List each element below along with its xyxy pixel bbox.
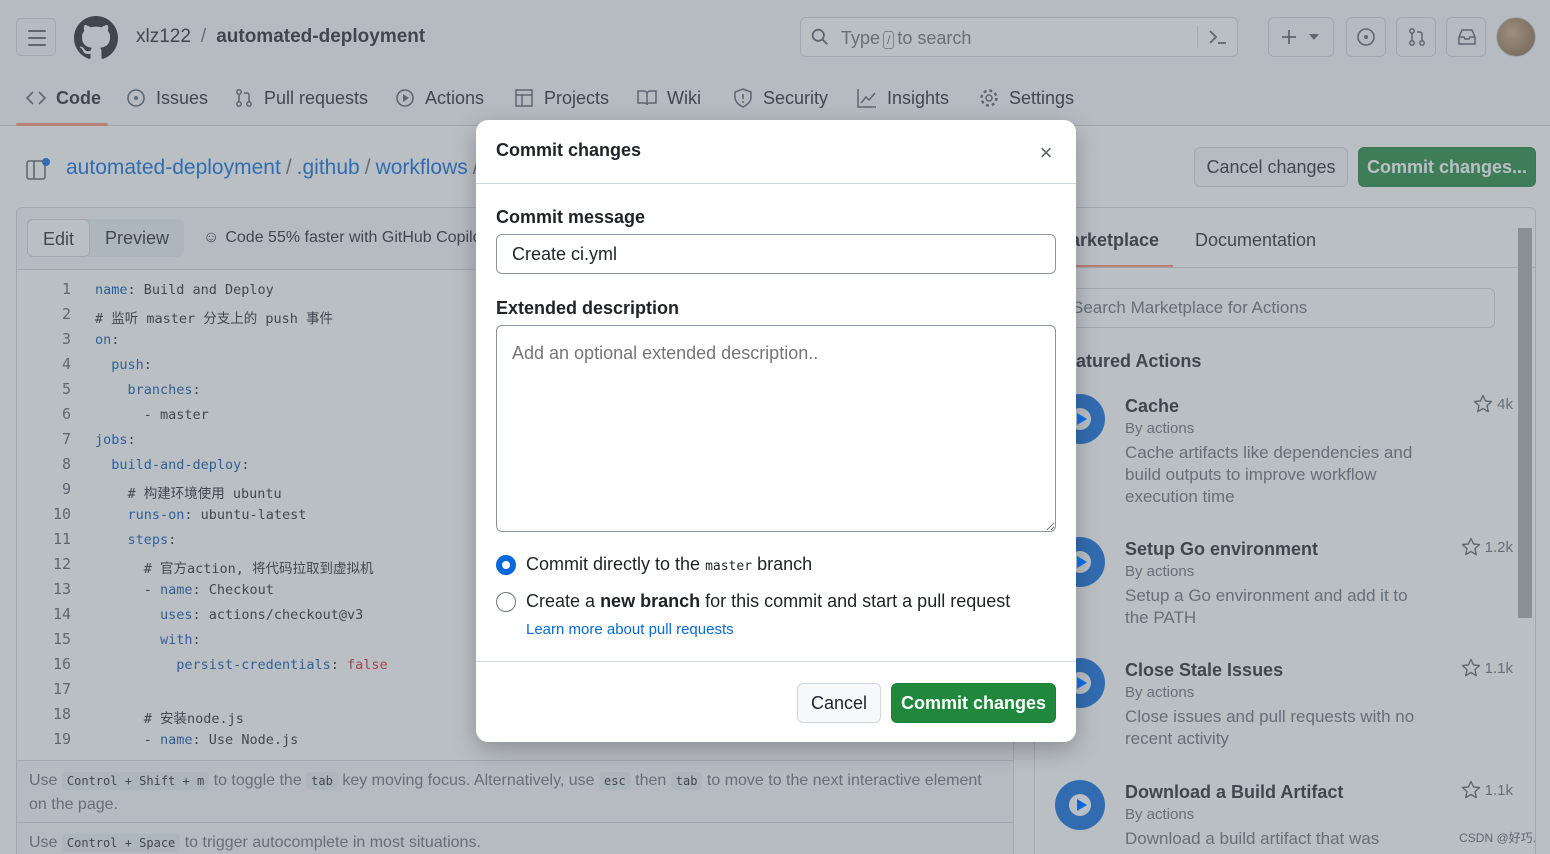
branch-name: master xyxy=(705,559,753,574)
cancel-button[interactable]: Cancel xyxy=(797,683,881,723)
commit-message-input[interactable] xyxy=(496,234,1056,274)
radio-new-branch[interactable] xyxy=(496,591,516,612)
dialog-header: Commit changes × xyxy=(476,120,1076,184)
commit-direct-option[interactable]: Commit directly to the master branch xyxy=(496,554,812,575)
close-icon[interactable]: × xyxy=(1032,140,1060,168)
learn-more-link[interactable]: Learn more about pull requests xyxy=(526,621,734,638)
radio-commit-direct[interactable] xyxy=(496,554,516,575)
commit-changes-button[interactable]: Commit changes xyxy=(891,683,1056,723)
dialog-title: Commit changes xyxy=(496,140,642,160)
dialog-footer: Cancel Commit changes xyxy=(476,661,1076,742)
extended-description-label: Extended description xyxy=(496,298,680,318)
commit-changes-dialog: Commit changes × Commit message Extended… xyxy=(476,120,1076,742)
commit-message-label: Commit message xyxy=(496,207,646,227)
extended-description-textarea[interactable] xyxy=(496,325,1056,532)
new-branch-option[interactable]: Create a new branch for this commit and … xyxy=(496,591,1010,612)
